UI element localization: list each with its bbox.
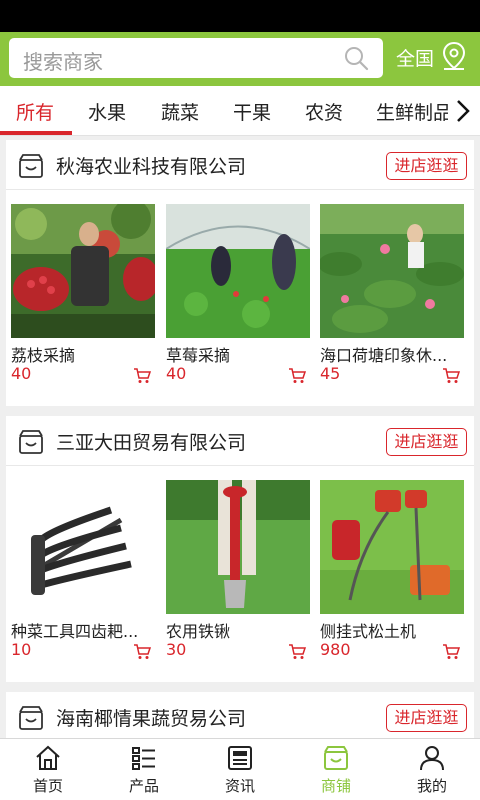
nav-products[interactable]: 产品 — [96, 739, 192, 800]
nav-mine-label: 我的 — [416, 777, 447, 795]
header: 搜索商家 全国 — [0, 32, 480, 86]
product-name[interactable]: 草莓采摘 — [166, 342, 306, 366]
shop-icon — [19, 430, 43, 454]
tab-agri-supplies[interactable]: 农资 — [305, 98, 343, 125]
enter-shop-button[interactable]: 进店逛逛 — [386, 428, 467, 456]
shop-icon — [324, 746, 348, 770]
nav-news-label: 资讯 — [224, 777, 255, 795]
product-name[interactable]: 侧挂式松土机 — [320, 618, 460, 642]
shop-name[interactable]: 三亚大田贸易有限公司 — [56, 428, 246, 455]
category-tabs: 所有 水果 蔬菜 干果 农资 生鲜制品 — [0, 86, 480, 136]
cart-icon[interactable] — [442, 368, 460, 384]
product-price: 980 — [320, 640, 351, 659]
product-price: 45 — [320, 364, 341, 383]
nav-shops-label: 商铺 — [320, 777, 351, 795]
shop-card: 三亚大田贸易有限公司 进店逛逛 种菜工具四齿耙... 10 农用铁锹 30 侧挂… — [6, 416, 474, 682]
shop-icon — [19, 154, 43, 178]
tab-all[interactable]: 所有 — [16, 98, 54, 125]
product-price: 10 — [11, 640, 32, 659]
cart-icon[interactable] — [288, 368, 306, 384]
user-icon — [420, 746, 444, 771]
search-icon[interactable] — [343, 45, 369, 71]
product-name[interactable]: 荔枝采摘 — [11, 342, 151, 366]
shop-name[interactable]: 秋海农业科技有限公司 — [56, 152, 246, 179]
product-name[interactable]: 农用铁锹 — [166, 618, 306, 642]
status-bar — [0, 0, 480, 32]
location-icon[interactable] — [441, 41, 467, 71]
news-icon — [228, 746, 252, 770]
tab-fruit[interactable]: 水果 — [88, 98, 126, 125]
cart-icon[interactable] — [442, 644, 460, 660]
nav-products-label: 产品 — [128, 777, 159, 795]
active-tab-indicator — [0, 131, 72, 135]
nav-home[interactable]: 首页 — [0, 739, 96, 800]
nav-mine[interactable]: 我的 — [384, 739, 480, 800]
chevron-right-icon — [457, 100, 470, 122]
tab-vegetable[interactable]: 蔬菜 — [161, 98, 199, 125]
product-price: 30 — [166, 640, 187, 659]
bottom-nav: 首页 产品 资讯 商铺 我的 — [0, 738, 480, 800]
shop-icon — [19, 706, 43, 730]
shop-card: 秋海农业科技有限公司 进店逛逛 荔枝采摘 40 草莓采摘 40 海口荷塘印象休.… — [6, 140, 474, 406]
search-input[interactable]: 搜索商家 — [9, 38, 383, 78]
search-placeholder: 搜索商家 — [23, 50, 103, 74]
list-icon — [132, 747, 155, 770]
shop-header: 海南椰情果蔬贸易公司 进店逛逛 — [6, 692, 474, 738]
product-price: 40 — [166, 364, 187, 383]
product-name[interactable]: 种菜工具四齿耙... — [11, 618, 151, 642]
cart-icon[interactable] — [133, 644, 151, 660]
nav-home-label: 首页 — [32, 777, 63, 795]
product-image-lotus-pond[interactable] — [320, 204, 464, 338]
product-name[interactable]: 海口荷塘印象休... — [320, 342, 460, 366]
tab-dried-fruit[interactable]: 干果 — [233, 98, 271, 125]
cart-icon[interactable] — [288, 644, 306, 660]
enter-shop-button[interactable]: 进店逛逛 — [386, 152, 467, 180]
product-price: 40 — [11, 364, 32, 383]
nav-shops[interactable]: 商铺 — [288, 739, 384, 800]
product-image-side-mounted-cultivator[interactable] — [320, 480, 464, 614]
region-selector[interactable]: 全国 — [396, 44, 434, 71]
enter-shop-button[interactable]: 进店逛逛 — [386, 704, 467, 732]
product-image-iron-shovel[interactable] — [166, 480, 310, 614]
product-image-four-tooth-rake[interactable] — [11, 480, 155, 614]
product-image-strawberry-picking[interactable] — [166, 204, 310, 338]
cart-icon[interactable] — [133, 368, 151, 384]
product-image-lychee-picking[interactable] — [11, 204, 155, 338]
shop-header: 三亚大田贸易有限公司 进店逛逛 — [6, 416, 474, 466]
shop-card: 海南椰情果蔬贸易公司 进店逛逛 — [6, 692, 474, 738]
shop-name[interactable]: 海南椰情果蔬贸易公司 — [56, 704, 246, 731]
tabs-scroll-right[interactable] — [448, 86, 480, 135]
nav-news[interactable]: 资讯 — [192, 739, 288, 800]
tab-fresh-products[interactable]: 生鲜制品 — [376, 98, 448, 125]
shop-header: 秋海农业科技有限公司 进店逛逛 — [6, 140, 474, 190]
home-icon — [36, 745, 60, 770]
